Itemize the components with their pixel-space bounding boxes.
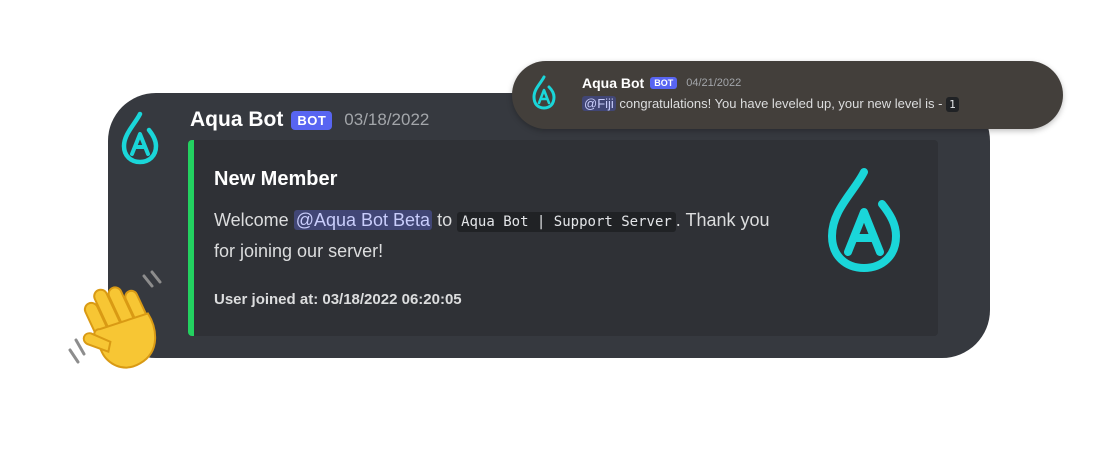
top-bot-username[interactable]: Aqua Bot [582,75,644,91]
level-up-message-text: @Fiji congratulations! You have leveled … [582,96,959,112]
level-value-code: 1 [946,97,959,112]
user-mention[interactable]: @Aqua Bot Beta [293,210,433,230]
fiji-mention[interactable]: @Fiji [582,96,616,111]
top-bot-tag-badge: BOT [650,77,678,89]
level-up-text: congratulations! You have leveled up, yo… [615,96,947,111]
server-name-code: Aqua Bot | Support Server [457,212,676,232]
bot-tag-badge: BOT [291,110,333,130]
message-header: Aqua Bot BOT 03/18/2022 [190,108,429,132]
top-message-timestamp: 04/21/2022 [686,77,742,89]
embed-thumbnail-logo-icon [820,166,908,276]
embed-title: New Member [214,168,338,190]
welcome-embed: New Member Welcome @Aqua Bot Beta to Aqu… [188,140,938,336]
embed-desc-prefix: Welcome [214,210,294,230]
embed-desc-mid: to [432,210,458,230]
embed-description: Welcome @Aqua Bot Beta to Aqua Bot | Sup… [214,206,784,266]
level-up-message-card [512,61,1063,129]
waving-hand-icon [66,268,178,380]
top-message-header: Aqua Bot BOT 04/21/2022 [582,75,741,91]
message-timestamp: 03/18/2022 [344,110,430,129]
embed-footer: User joined at: 03/18/2022 06:20:05 [214,291,462,308]
bot-avatar-icon[interactable] [118,110,162,166]
bot-username[interactable]: Aqua Bot [190,108,283,132]
bot-avatar-small-icon[interactable] [531,75,557,111]
